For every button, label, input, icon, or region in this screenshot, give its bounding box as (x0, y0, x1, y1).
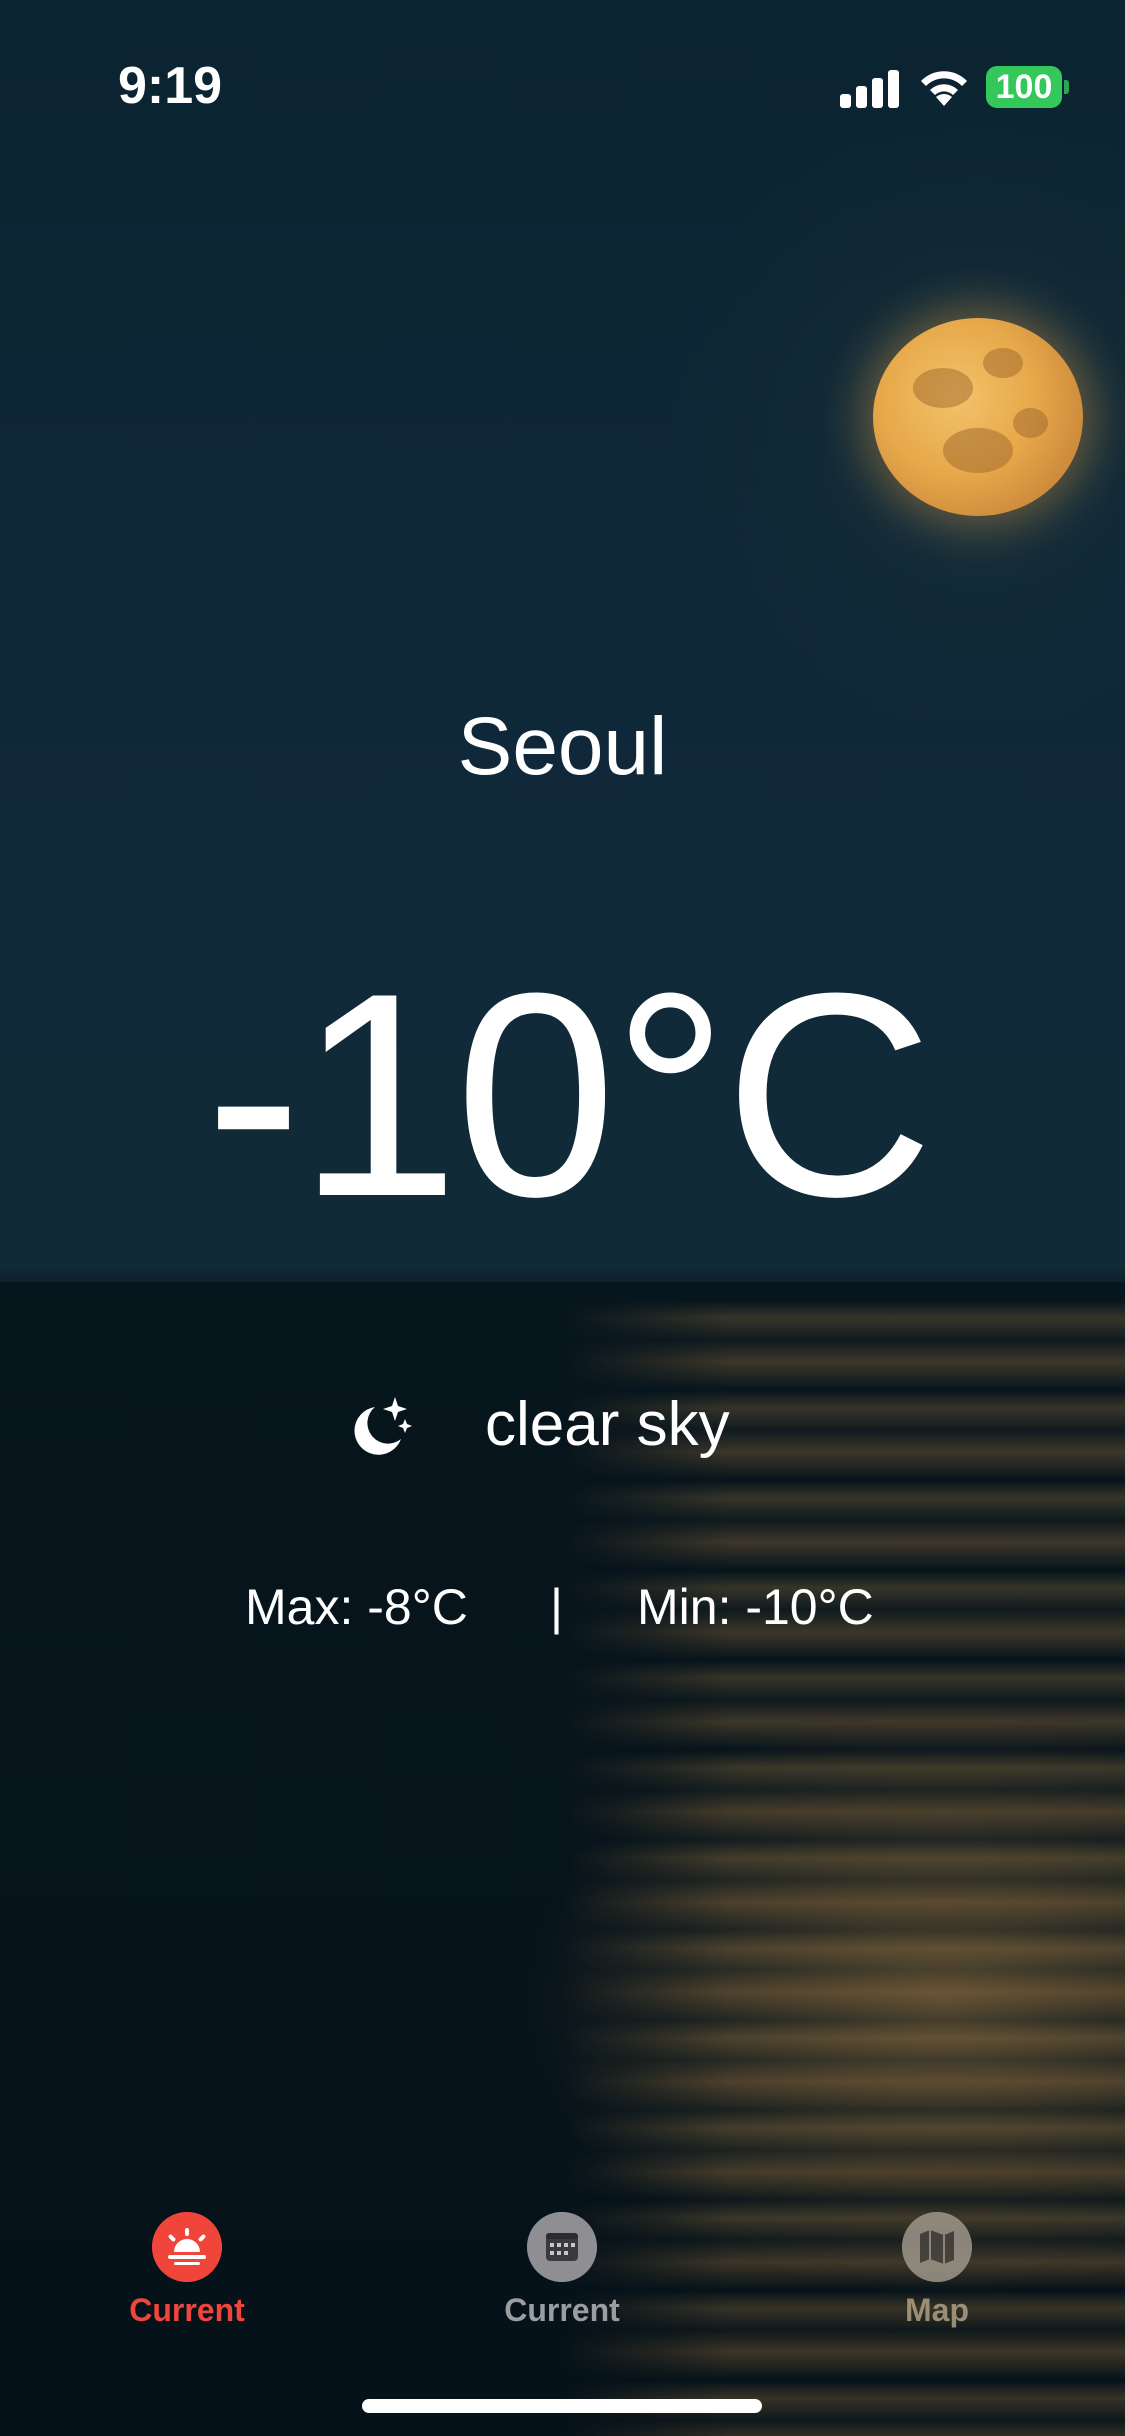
condition-text: clear sky (485, 1390, 730, 1459)
battery-indicator: 100 (986, 66, 1062, 108)
tab-label: Current (504, 2292, 620, 2328)
wifi-icon (921, 71, 967, 106)
map-icon (902, 2212, 972, 2282)
tab-forecast[interactable]: Current (442, 2200, 682, 2340)
min-max-separator: | (550, 1579, 563, 1635)
current-temperature: -10°C (205, 933, 934, 1257)
tab-bar: Current Current Map (0, 2200, 1125, 2350)
status-bar: 9:19 100 (0, 0, 1125, 140)
calendar-icon (527, 2212, 597, 2282)
tab-current-weather[interactable]: Current (67, 2200, 307, 2340)
tab-label: Current (129, 2292, 245, 2328)
weather-screen: 9:19 100 Seoul -10°C clear sky Max: -8°C… (0, 0, 1125, 2436)
battery-nub (1064, 80, 1069, 94)
tab-map[interactable]: Map (817, 2200, 1057, 2340)
city-name: Seoul (457, 701, 668, 792)
status-time: 9:19 (118, 57, 223, 115)
moon-image (873, 318, 1083, 516)
cellular-signal-icon (840, 68, 900, 108)
min-temperature: Min: -10°C (637, 1579, 874, 1635)
weather-condition: clear sky (0, 1385, 1125, 1465)
min-max-temperature: Max: -8°C | Min: -10°C (0, 1578, 1125, 1648)
max-temperature: Max: -8°C (245, 1579, 468, 1635)
tab-label: Map (905, 2292, 969, 2328)
home-indicator[interactable] (362, 2399, 762, 2413)
moon-stars-icon (354, 1397, 412, 1455)
sunset-icon (152, 2212, 222, 2282)
